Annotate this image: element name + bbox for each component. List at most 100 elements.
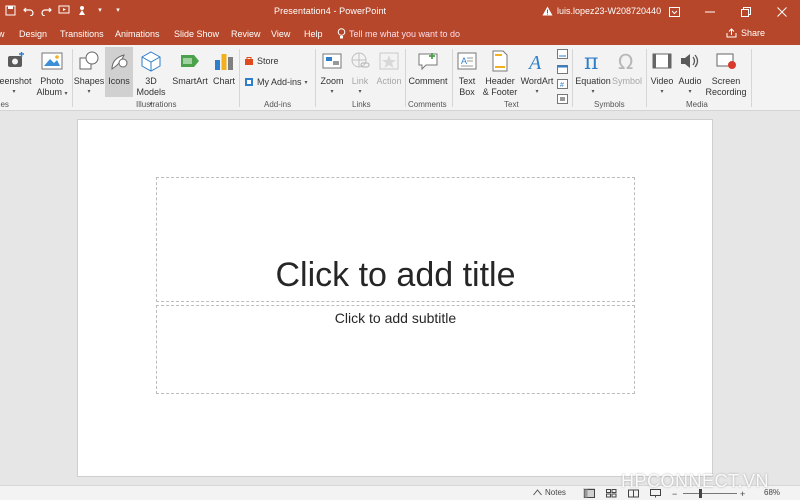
tab-animations[interactable]: Animations [115, 29, 160, 39]
subtitle-placeholder[interactable]: Click to add subtitle [156, 305, 635, 394]
tab-help[interactable]: Help [304, 29, 323, 39]
date-time-icon[interactable] [557, 64, 568, 74]
chevron-down-icon[interactable]: ▾ [94, 4, 106, 16]
lightbulb-icon [337, 28, 346, 39]
restore-icon[interactable] [728, 0, 764, 24]
link-button[interactable]: Link ▾ [347, 49, 373, 98]
normal-view-icon[interactable] [583, 488, 595, 498]
minimize-icon[interactable] [692, 0, 728, 24]
my-addins-button[interactable]: My Add-ins ▾ [244, 77, 308, 87]
chevron-down-icon: ▾ [535, 89, 539, 95]
photo-album-icon [40, 49, 64, 73]
tab-partial[interactable]: w [0, 29, 5, 39]
symbol-label: Symbol [611, 76, 642, 86]
group-divider [646, 49, 647, 107]
title-bar: ▾ ▾ Presentation4 - PowerPoint luis.lope… [0, 0, 800, 24]
slide-canvas[interactable]: Click to add title Click to add subtitle [77, 119, 713, 477]
chevron-down-icon: ▾ [688, 89, 692, 95]
group-label-text: Text [504, 100, 519, 109]
text-box-button[interactable]: A Text Box [454, 49, 480, 98]
customize-qat-icon[interactable]: ▾ [112, 4, 124, 16]
header-footer-button[interactable]: Header & Footer [482, 49, 518, 98]
window-controls [656, 0, 800, 24]
share-button[interactable]: Share [726, 28, 765, 38]
equation-button[interactable]: π Equation ▾ [575, 49, 611, 98]
chart-label: Chart [212, 76, 235, 86]
start-from-beginning-icon[interactable] [58, 4, 70, 16]
save-icon[interactable] [4, 4, 16, 16]
tab-slide-show[interactable]: Slide Show [174, 29, 219, 39]
screen-recording-button[interactable]: Screen Recording [704, 49, 748, 98]
shapes-button[interactable]: Shapes ▾ [74, 49, 104, 98]
zoom-track[interactable] [683, 489, 737, 498]
photo-album-button[interactable]: Photo Album ▾ [36, 49, 68, 100]
chevron-down-icon: ▾ [358, 89, 362, 95]
symbol-button[interactable]: Ω Symbol [611, 49, 643, 87]
screen-recording-label-2: Recording [705, 87, 747, 97]
ribbon-display-options-icon[interactable] [656, 0, 692, 24]
text-small-buttons: # [557, 49, 568, 104]
omega-icon: Ω [615, 49, 639, 73]
screenshot-button[interactable]: reenshot ▾ [0, 49, 34, 98]
video-button[interactable]: Video ▾ [648, 49, 676, 98]
tab-transitions[interactable]: Transitions [60, 29, 104, 39]
title-placeholder[interactable]: Click to add title [156, 177, 635, 302]
share-icon [726, 28, 737, 38]
chevron-down-icon: ▾ [660, 89, 664, 95]
quick-access-toolbar: ▾ ▾ [4, 4, 124, 16]
smartart-button[interactable]: SmartArt [170, 49, 210, 87]
chevron-down-icon: ▾ [591, 89, 595, 95]
object-icon[interactable] [557, 94, 568, 104]
text-box-label-1: Text [458, 76, 476, 86]
zoom-label: Zoom [320, 76, 344, 86]
chevron-down-icon: ▾ [87, 89, 91, 95]
warning-icon [542, 6, 553, 16]
tab-view[interactable]: View [271, 29, 290, 39]
action-button[interactable]: Action [374, 49, 404, 87]
icons-button[interactable]: Icons [105, 47, 133, 97]
pi-icon: π [581, 49, 605, 73]
chevron-down-icon: ▾ [330, 89, 334, 95]
cube-icon [139, 49, 163, 73]
slide-sorter-icon[interactable] [605, 488, 617, 498]
touch-mode-icon[interactable] [76, 4, 88, 16]
close-icon[interactable] [764, 0, 800, 24]
comment-label: Comment [408, 76, 448, 86]
comment-button[interactable]: Comment [407, 49, 449, 87]
screen-recording-icon [714, 49, 738, 73]
group-divider [751, 49, 752, 107]
bar-chart-icon [212, 49, 236, 73]
svg-text:A: A [461, 56, 467, 66]
group-divider [452, 49, 453, 107]
comment-icon [416, 49, 440, 73]
addins-icon [245, 78, 253, 86]
svg-text:π: π [584, 50, 598, 72]
tell-me-search[interactable]: Tell me what you want to do [337, 28, 460, 39]
tab-design[interactable]: Design [19, 29, 47, 39]
screenshot-label: reenshot [0, 76, 32, 86]
ribbon-insert: reenshot ▾ Photo Album ▾ ges Shapes ▾ Ic… [0, 45, 800, 111]
slide-number-icon[interactable]: # [557, 79, 568, 89]
smartart-label: SmartArt [172, 76, 208, 86]
notes-button[interactable]: Notes [533, 488, 566, 497]
signature-line-icon[interactable] [557, 49, 568, 59]
svg-text:Ω: Ω [618, 50, 633, 72]
group-label-addins: Add-ins [264, 100, 292, 109]
wordart-label: WordArt [520, 76, 554, 86]
wordart-button[interactable]: A WordArt ▾ [518, 49, 556, 98]
undo-icon[interactable] [22, 4, 34, 16]
action-star-icon [377, 49, 401, 73]
watermark-text: HPCONNECT.VN [621, 471, 770, 491]
account-info[interactable]: luis.lopez23-W208720440 [542, 6, 661, 16]
link-icon [348, 49, 372, 73]
my-addins-label: My Add-ins [257, 77, 302, 87]
store-button[interactable]: Store [244, 56, 279, 66]
screen-recording-label-1: Screen [711, 76, 741, 86]
redo-icon[interactable] [40, 4, 52, 16]
tell-me-placeholder: Tell me what you want to do [349, 28, 461, 39]
shapes-icon [77, 49, 101, 73]
audio-button[interactable]: Audio ▾ [676, 49, 704, 98]
chart-button[interactable]: Chart [210, 49, 238, 87]
tab-review[interactable]: Review [231, 29, 261, 39]
zoom-button[interactable]: Zoom ▾ [318, 49, 346, 98]
